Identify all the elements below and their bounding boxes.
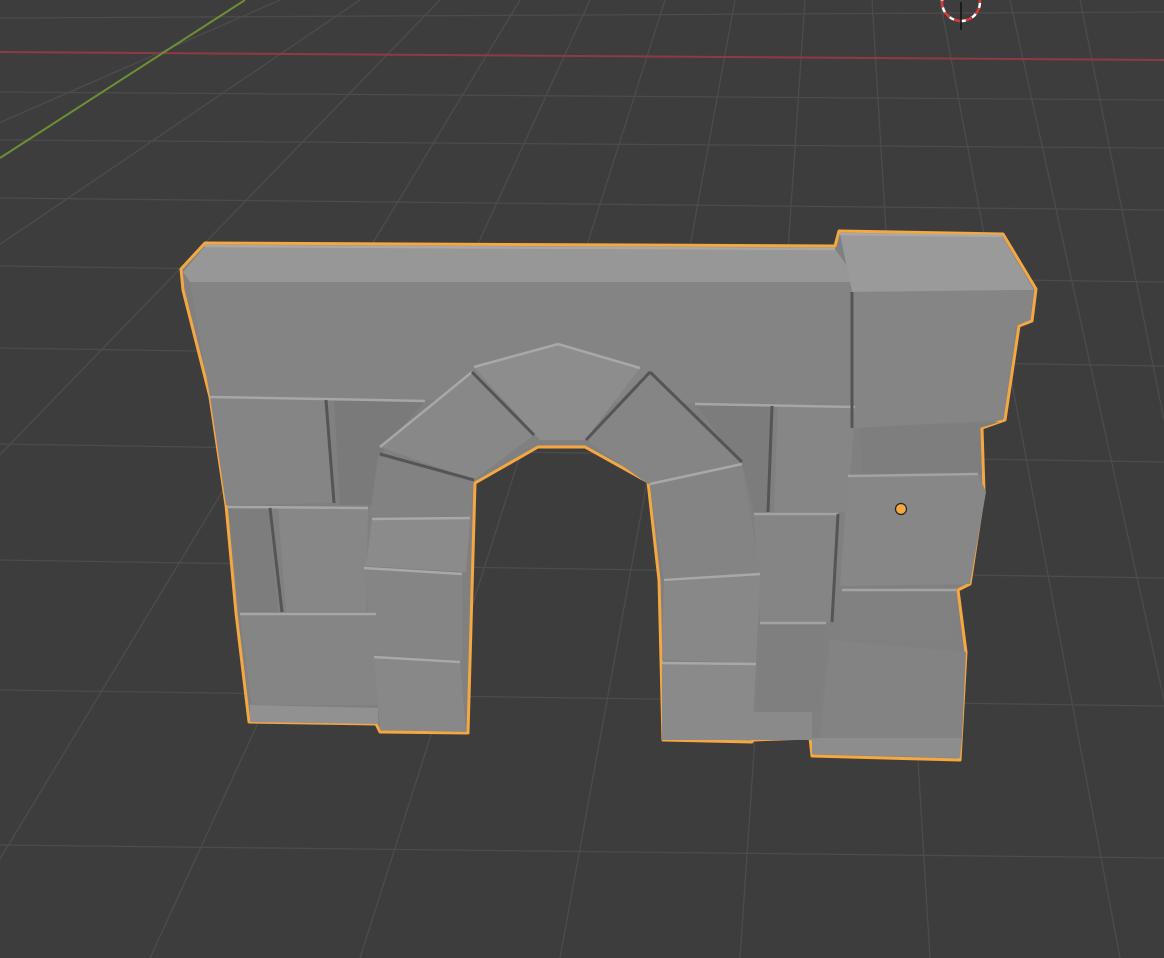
- wall-stone: [210, 397, 334, 505]
- pillar-top-block: [840, 234, 1034, 428]
- wall-stone: [774, 406, 855, 513]
- wall-stone: [240, 614, 378, 705]
- y-axis-line: [0, 0, 246, 159]
- jamb-stone: [650, 465, 760, 578]
- pillar-stone: [820, 640, 966, 738]
- 3d-viewport[interactable]: [0, 0, 1164, 958]
- jamb-stone: [374, 657, 466, 732]
- jamb-stone: [366, 518, 470, 572]
- jamb-stone: [662, 664, 756, 740]
- wall-stone: [754, 514, 838, 622]
- pillar-stone: [840, 590, 956, 640]
- wall-stone: [250, 705, 378, 724]
- pillar-stone: [860, 422, 1000, 475]
- wall-stone: [756, 624, 826, 712]
- jamb-stone: [364, 568, 462, 660]
- wall-stone: [278, 508, 368, 612]
- object-origin-icon: [894, 502, 908, 516]
- jamb-stone: [662, 575, 760, 663]
- stone-arch-wall[interactable]: [179, 229, 1038, 762]
- x-axis-line: [0, 51, 1164, 61]
- floor-grid: [0, 0, 1164, 958]
- wall-stone: [752, 712, 812, 740]
- viewport-canvas[interactable]: [0, 0, 1164, 958]
- 3d-cursor-icon[interactable]: [940, 0, 982, 30]
- pillar-stone: [840, 474, 986, 586]
